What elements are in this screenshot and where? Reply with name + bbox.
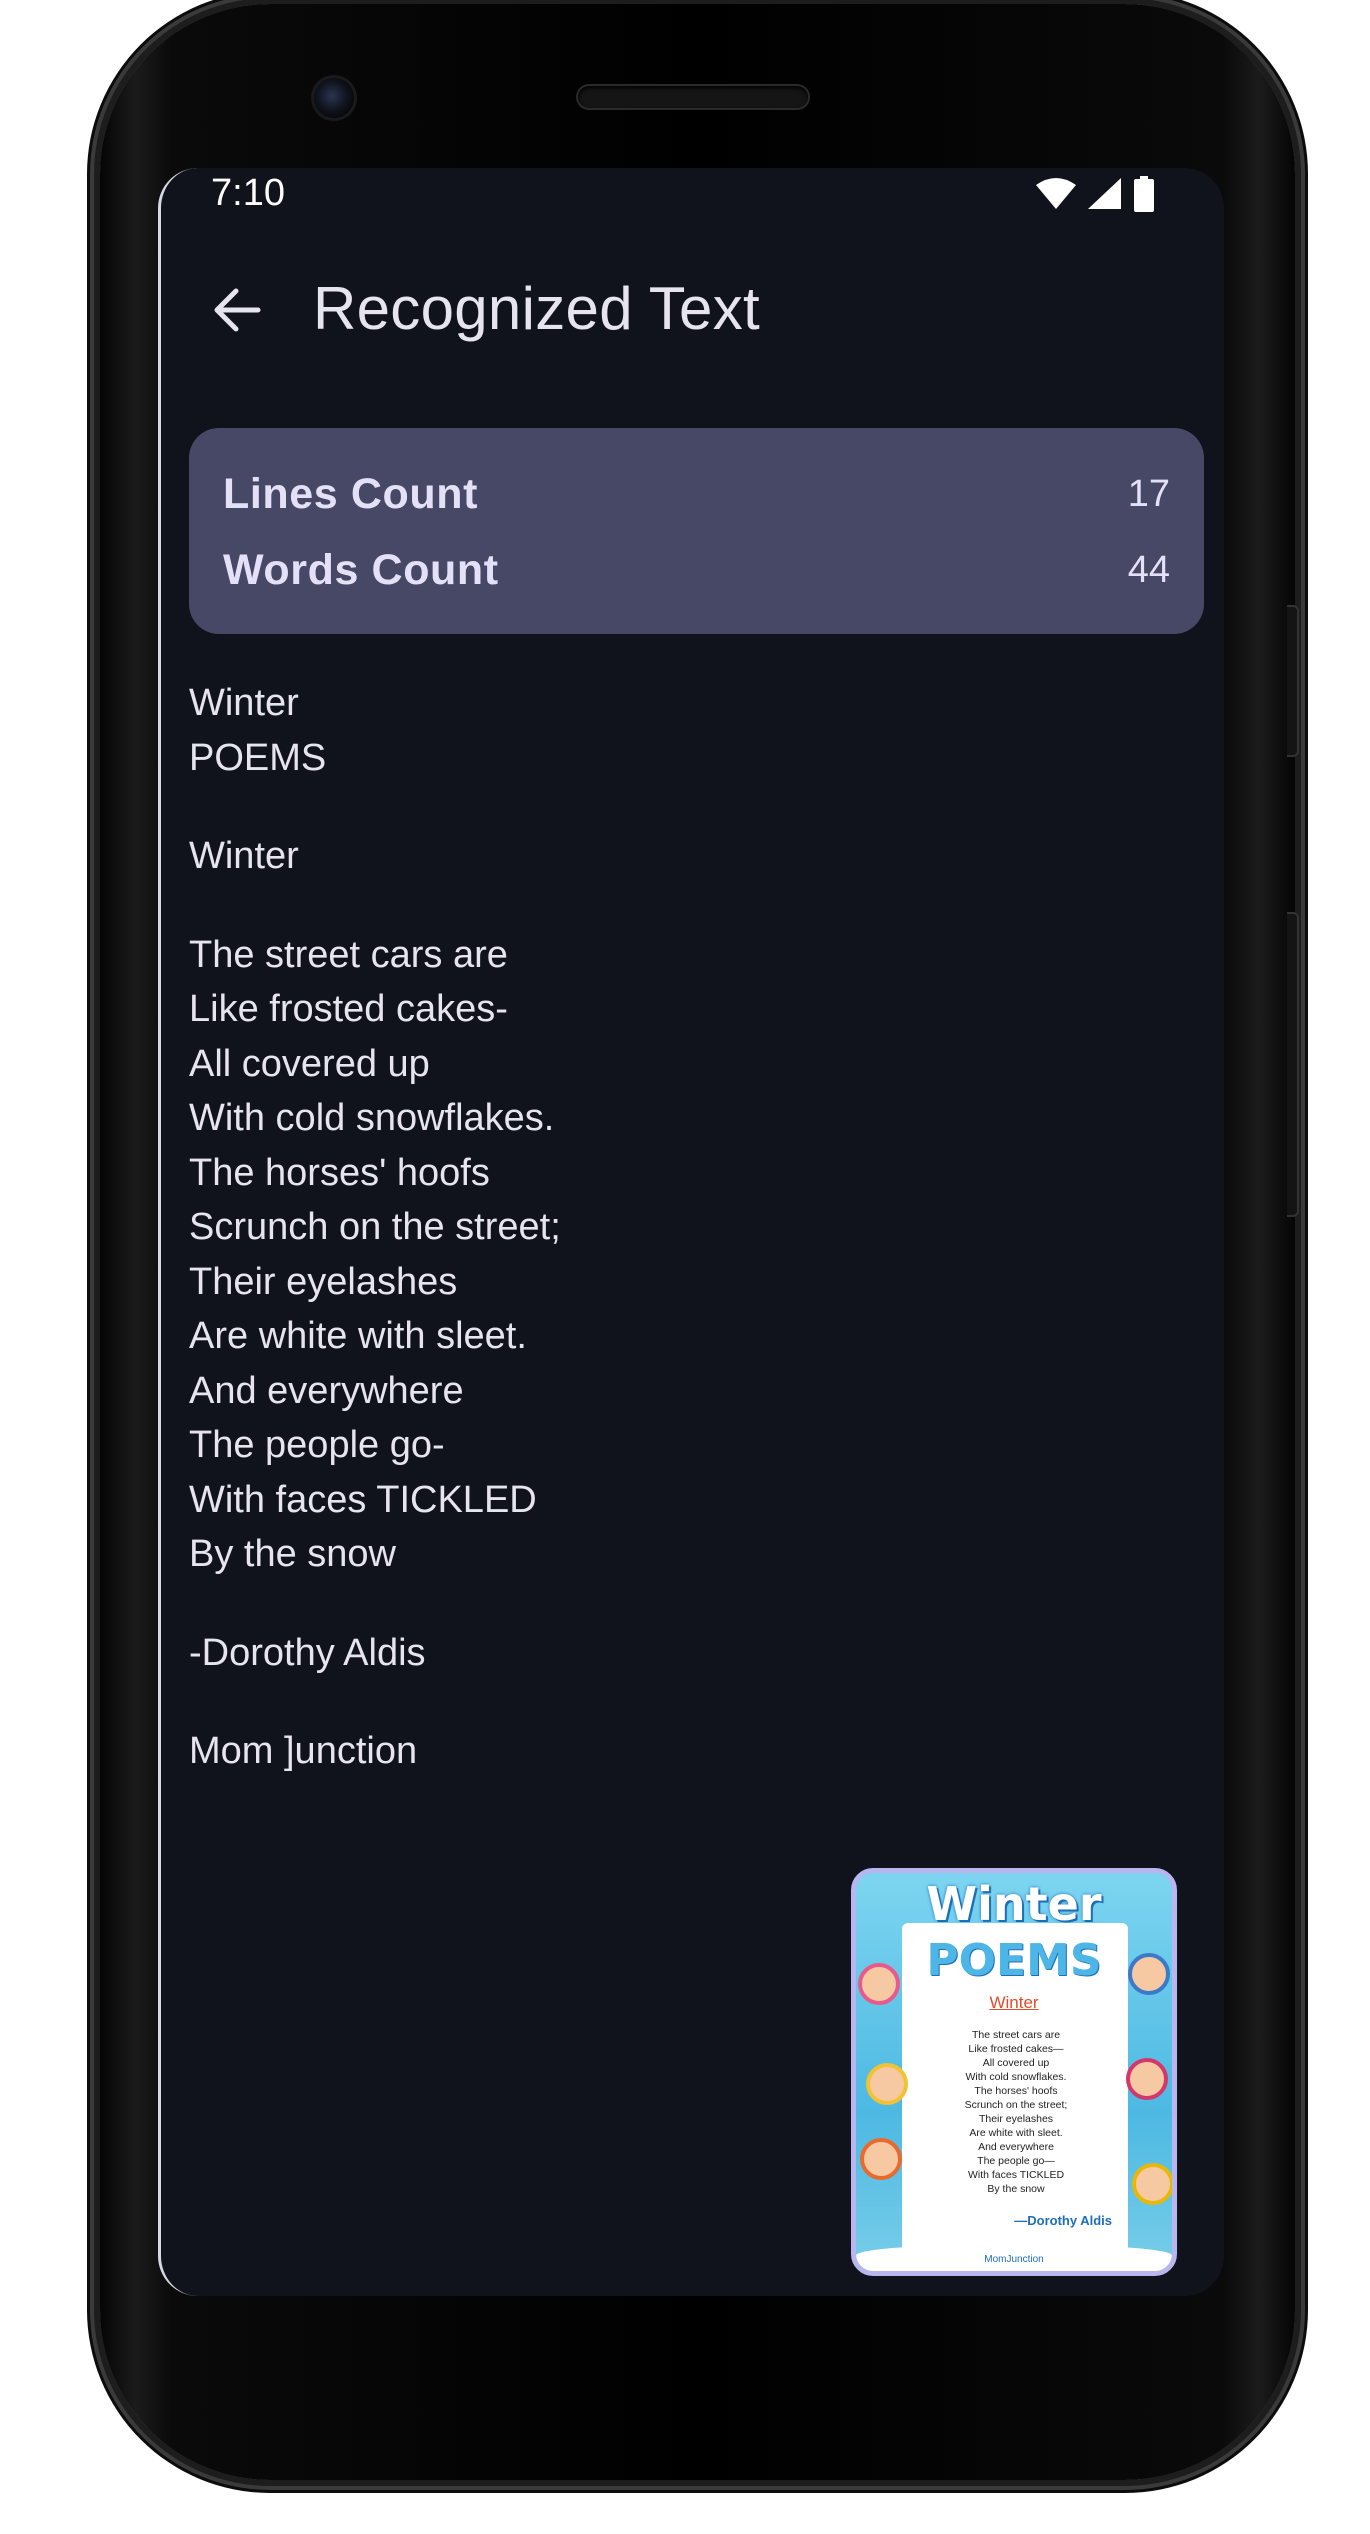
text-line: All covered up: [189, 1042, 430, 1085]
thumbnail-author: —Dorothy Aldis: [1014, 2213, 1112, 2228]
stats-card: Lines Count 17 Words Count 44: [189, 428, 1204, 634]
status-bar: 7:10: [161, 168, 1224, 224]
text-line: With cold snowflakes.: [189, 1097, 555, 1139]
text-line: With faces TICKLED: [189, 1478, 537, 1521]
thumbnail-line: Like frosted cakes—: [968, 2043, 1064, 2055]
text-block: The street cars are Like frosted cakes- Al…: [189, 928, 1149, 1582]
lines-count-value: 17: [1127, 472, 1170, 515]
recognized-text[interactable]: Winter POEMS Winter The street cars are Like…: [189, 676, 1149, 1823]
thumbnail-brand: MomJunction: [984, 2254, 1044, 2265]
battery-icon: [1134, 176, 1154, 216]
thumbnail-line: Their eyelashes: [978, 2113, 1054, 2125]
text-line: And everywhere: [189, 1369, 464, 1412]
child-illustration: [1126, 2058, 1168, 2100]
text-block: Winter: [189, 829, 1149, 884]
words-count-row: Words Count 44: [223, 540, 1170, 600]
thumbnail-line: By the snow: [987, 2183, 1045, 2195]
wifi-icon: [1036, 178, 1076, 214]
thumbnail-title-winter: Winter: [926, 1877, 1102, 1931]
volume-button: [1287, 912, 1299, 1217]
text-block: -Dorothy Aldis: [189, 1626, 1149, 1681]
text-line: The people go-: [189, 1424, 445, 1466]
status-icons: [1036, 176, 1154, 216]
thumbnail-subtitle: Winter: [989, 1993, 1039, 2012]
thumbnail-line: With cold snowflakes.: [965, 2071, 1067, 2083]
text-block: Winter POEMS: [189, 676, 1149, 785]
words-count-label: Words Count: [223, 545, 499, 594]
app-bar: Recognized Text: [161, 224, 1224, 424]
text-line: Scrunch on the street;: [189, 1206, 561, 1248]
status-time: 7:10: [211, 172, 285, 214]
text-line: Mom ]unction: [189, 1730, 418, 1772]
front-camera: [314, 78, 354, 118]
text-line: The street cars are: [189, 933, 508, 976]
text-line: The horses' hoofs: [189, 1151, 490, 1194]
text-line: POEMS: [189, 736, 327, 779]
words-count-value: 44: [1127, 548, 1170, 591]
text-block: Mom ]unction: [189, 1724, 1149, 1779]
child-illustration: [1132, 2163, 1172, 2205]
text-line: By the snow: [189, 1533, 396, 1575]
thumbnail-line: With faces TICKLED: [967, 2169, 1065, 2181]
child-illustration: [860, 2138, 902, 2180]
thumbnail-line: And everywhere: [978, 2141, 1054, 2153]
back-button[interactable]: [201, 276, 273, 348]
lines-count-label: Lines Count: [223, 469, 479, 518]
text-line: -Dorothy Aldis: [189, 1631, 426, 1674]
thumbnail-line: Are white with sleet.: [969, 2127, 1063, 2139]
text-line: Their eyelashes: [189, 1260, 458, 1303]
screen: 7:10 Recognized Text Lines Count 17 Word…: [158, 168, 1224, 2296]
text-line: Winter: [189, 682, 299, 724]
child-illustration: [866, 2063, 908, 2105]
source-image-thumbnail[interactable]: Winter POEMS Winter The street cars are L…: [851, 1868, 1177, 2276]
arrow-left-icon: [212, 288, 262, 336]
text-line: Are white with sleet.: [189, 1315, 527, 1357]
cellular-signal-icon: [1088, 178, 1122, 214]
thumbnail-line: All covered up: [982, 2057, 1050, 2069]
lines-count-row: Lines Count 17: [223, 464, 1170, 524]
thumbnail-poem-text: The street cars are Like frosted cakes— Al…: [916, 2028, 1116, 2196]
thumbnail-line: The people go—: [977, 2155, 1055, 2167]
thumbnail-title-poems: POEMS: [926, 1935, 1102, 1986]
earpiece-speaker: [578, 86, 808, 108]
text-line: Like frosted cakes-: [189, 988, 508, 1030]
page-title: Recognized Text: [313, 275, 760, 342]
thumbnail-line: The horses' hoofs: [974, 2085, 1058, 2097]
power-button: [1287, 605, 1299, 757]
text-line: Winter: [189, 835, 299, 877]
thumbnail-line: The street cars are: [971, 2029, 1061, 2041]
thumbnail-line: Scrunch on the street;: [964, 2099, 1068, 2111]
